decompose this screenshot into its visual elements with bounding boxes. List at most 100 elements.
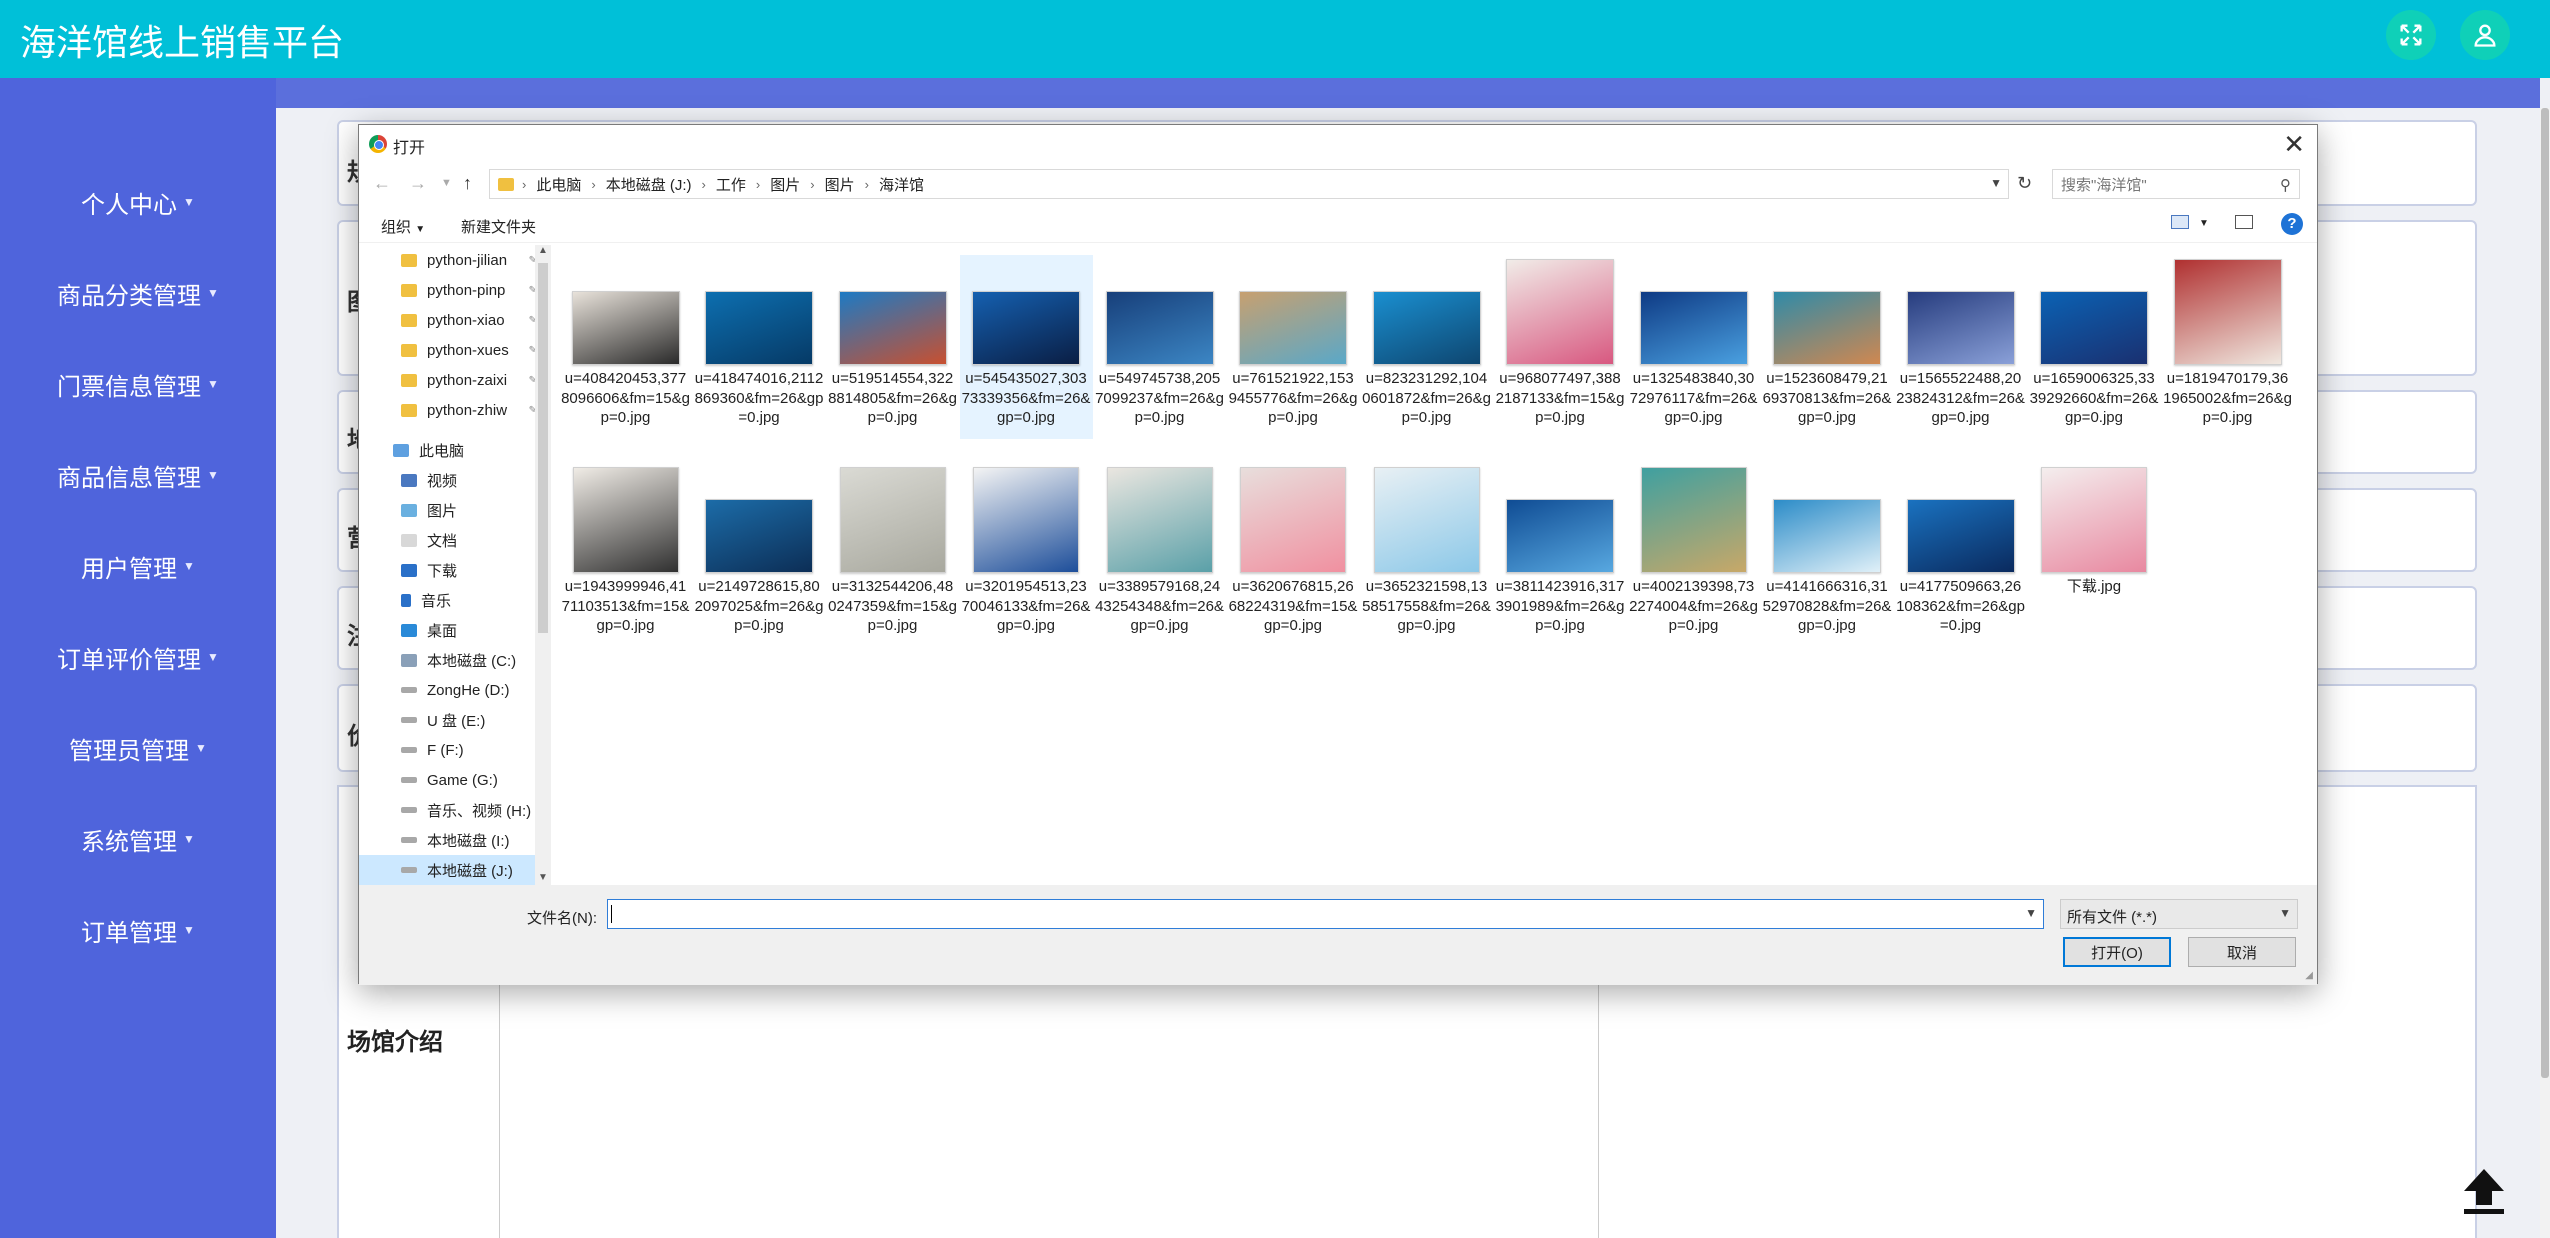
file-item[interactable]: u=3652321598,1358517558&fm=26&gp=0.jpg [1360,463,1493,663]
back-arrow-icon[interactable]: ← [373,173,391,194]
sidebar-item-admins[interactable]: 管理员管理 ▼ [0,718,276,778]
file-item[interactable]: u=4002139398,732274004&fm=26&gp=0.jpg [1627,463,1760,663]
scrollbar-thumb[interactable] [2541,108,2549,1078]
refresh-icon[interactable]: ↻ [2017,173,2032,194]
cancel-button[interactable]: 取消 [2188,937,2296,967]
file-item[interactable]: u=4177509663,26108362&fm=26&gp=0.jpg [1894,463,2027,663]
filename-input[interactable]: ▼ [607,899,2044,929]
nav-item-quick-access[interactable]: python-jilian ✎ [359,245,539,275]
new-folder-button[interactable]: 新建文件夹 [461,216,536,237]
nav-item-desktop[interactable]: 桌面 [359,615,539,645]
chevron-down-icon[interactable]: ▼ [2025,906,2037,920]
caret-down-icon: ▼ [183,195,195,209]
file-item[interactable]: u=2149728615,802097025&fm=26&gp=0.jpg [693,463,826,663]
address-dropdown-icon[interactable]: ▼ [1990,176,2002,190]
filetype-select[interactable]: 所有文件 (*.*) ▼ [2060,899,2298,929]
sidebar-item-reviews[interactable]: 订单评价管理 ▼ [0,627,276,687]
file-item[interactable]: u=408420453,3778096606&fm=15&gp=0.jpg [559,255,692,439]
nav-item-quick-access[interactable]: python-zaixi ✎ [359,365,539,395]
breadcrumb-item[interactable]: 此电脑 [536,174,581,195]
breadcrumb-item[interactable]: 本地磁盘 (J:) [606,174,692,195]
search-input[interactable]: 搜索"海洋馆" ⚲ [2052,169,2300,199]
preview-pane-icon[interactable] [2235,215,2253,229]
file-item[interactable]: 下载.jpg [2028,463,2161,663]
file-item[interactable]: u=519514554,3228814805&fm=26&gp=0.jpg [826,255,959,439]
dialog-titlebar[interactable]: 打开 ✕ [359,125,2317,163]
sidebar-item-tickets[interactable]: 门票信息管理 ▼ [0,354,276,414]
up-arrow-icon[interactable]: ↑ [463,173,472,194]
nav-item-drive[interactable]: U 盘 (E:) [359,705,539,735]
view-mode-icon[interactable] [2171,215,2189,229]
fullscreen-button[interactable] [2386,10,2436,60]
breadcrumb-item[interactable]: 图片 [770,174,800,195]
file-item[interactable]: u=549745738,2057099237&fm=26&gp=0.jpg [1093,255,1226,439]
image-thumbnail [572,467,679,573]
organize-button[interactable]: 组织 ▼ [381,216,425,237]
file-item[interactable]: u=4141666316,3152970828&fm=26&gp=0.jpg [1761,463,1894,663]
file-item[interactable]: u=1325483840,3072976117&fm=26&gp=0.jpg [1627,255,1760,439]
file-item[interactable]: u=3620676815,2668224319&fm=15&gp=0.jpg [1227,463,1360,663]
image-thumbnail [838,291,947,365]
nav-item-drive[interactable]: 本地磁盘 (C:) [359,645,539,675]
resize-grip-icon[interactable]: ◢ [2305,970,2313,981]
nav-item-quick-access[interactable]: python-xues ✎ [359,335,539,365]
view-dropdown-icon[interactable]: ▼ [2199,218,2209,229]
sidebar-item-users[interactable]: 用户管理 ▼ [0,536,276,596]
file-item[interactable]: u=1819470179,361965002&fm=26&gp=0.jpg [2161,255,2294,439]
caret-down-icon: ▼ [183,559,195,573]
file-item[interactable]: u=3811423916,3173901989&fm=26&gp=0.jpg [1494,463,1627,663]
nav-item-pictures[interactable]: 图片 [359,495,539,525]
nav-item-drive[interactable]: F (F:) [359,735,539,765]
upload-icon[interactable] [2460,1165,2508,1215]
image-thumbnail [972,291,1080,365]
file-item[interactable]: u=1943999946,4171103513&fm=15&gp=0.jpg [559,463,692,663]
history-dropdown-icon[interactable]: ▼ [441,177,452,189]
help-icon[interactable]: ? [2281,213,2303,235]
page-scrollbar[interactable] [2540,108,2550,1238]
close-icon[interactable]: ✕ [2283,129,2305,160]
open-button[interactable]: 打开(O) [2063,937,2171,967]
nav-item-quick-access[interactable]: python-xiao ✎ [359,305,539,335]
breadcrumb-item[interactable]: 工作 [716,174,746,195]
sidebar-item-orders[interactable]: 订单管理 ▼ [0,900,276,960]
file-item[interactable]: u=1523608479,2169370813&fm=26&gp=0.jpg [1761,255,1894,439]
file-item[interactable]: u=3389579168,2443254348&fm=26&gp=0.jpg [1093,463,1226,663]
scroll-down-icon[interactable]: ▼ [538,872,548,883]
sidebar-item-personal-center[interactable]: 个人中心 ▼ [0,172,276,232]
file-item[interactable]: u=545435027,30373339356&fm=26&gp=0.jpg [959,255,1093,439]
breadcrumb-item[interactable]: 图片 [825,174,855,195]
nav-item-documents[interactable]: 文档 [359,525,539,555]
nav-item-music[interactable]: 音乐 [359,585,539,615]
sidebar-item-category[interactable]: 商品分类管理 ▼ [0,263,276,323]
nav-item-drive[interactable]: Game (G:) [359,765,539,795]
file-item[interactable]: u=1565522488,2023824312&fm=26&gp=0.jpg [1894,255,2027,439]
nav-item-drive-selected[interactable]: 本地磁盘 (J:) [359,855,539,885]
sidebar-item-system[interactable]: 系统管理 ▼ [0,809,276,869]
file-item[interactable]: u=3201954513,2370046133&fm=26&gp=0.jpg [960,463,1093,663]
sidebar-item-products[interactable]: 商品信息管理 ▼ [0,445,276,505]
address-bar[interactable]: › 此电脑 › 本地磁盘 (J:) › 工作 › 图片 › 图片 › 海洋馆 ▼ [489,169,2009,199]
image-thumbnail [2040,291,2148,365]
nav-item-downloads[interactable]: 下载 [359,555,539,585]
scrollbar-thumb[interactable] [538,263,548,633]
file-item[interactable]: u=418474016,2112869360&fm=26&gp=0.jpg [693,255,826,439]
nav-pane-scrollbar[interactable]: ▲ ▼ [535,245,551,885]
file-item[interactable]: u=968077497,3882187133&fm=15&gp=0.jpg [1494,255,1627,439]
file-item[interactable]: u=1659006325,3339292660&fm=26&gp=0.jpg [2028,255,2161,439]
image-thumbnail [705,499,813,573]
nav-item-drive[interactable]: 音乐、视频 (H:) [359,795,539,825]
breadcrumb-item[interactable]: 海洋馆 [879,174,924,195]
drive-icon [401,777,417,783]
nav-item-quick-access[interactable]: python-pinp ✎ [359,275,539,305]
nav-item-drive[interactable]: 本地磁盘 (I:) [359,825,539,855]
nav-item-drive[interactable]: ZongHe (D:) [359,675,539,705]
forward-arrow-icon[interactable]: → [409,173,427,194]
nav-item-this-pc[interactable]: 此电脑 [359,435,539,465]
scroll-up-icon[interactable]: ▲ [538,245,548,256]
nav-item-videos[interactable]: 视频 [359,465,539,495]
file-item[interactable]: u=823231292,1040601872&fm=26&gp=0.jpg [1360,255,1493,439]
nav-item-quick-access[interactable]: python-zhiw ✎ [359,395,539,425]
file-item[interactable]: u=3132544206,480247359&fm=15&gp=0.jpg [826,463,959,663]
file-item[interactable]: u=761521922,1539455776&fm=26&gp=0.jpg [1227,255,1360,439]
user-button[interactable] [2460,10,2510,60]
